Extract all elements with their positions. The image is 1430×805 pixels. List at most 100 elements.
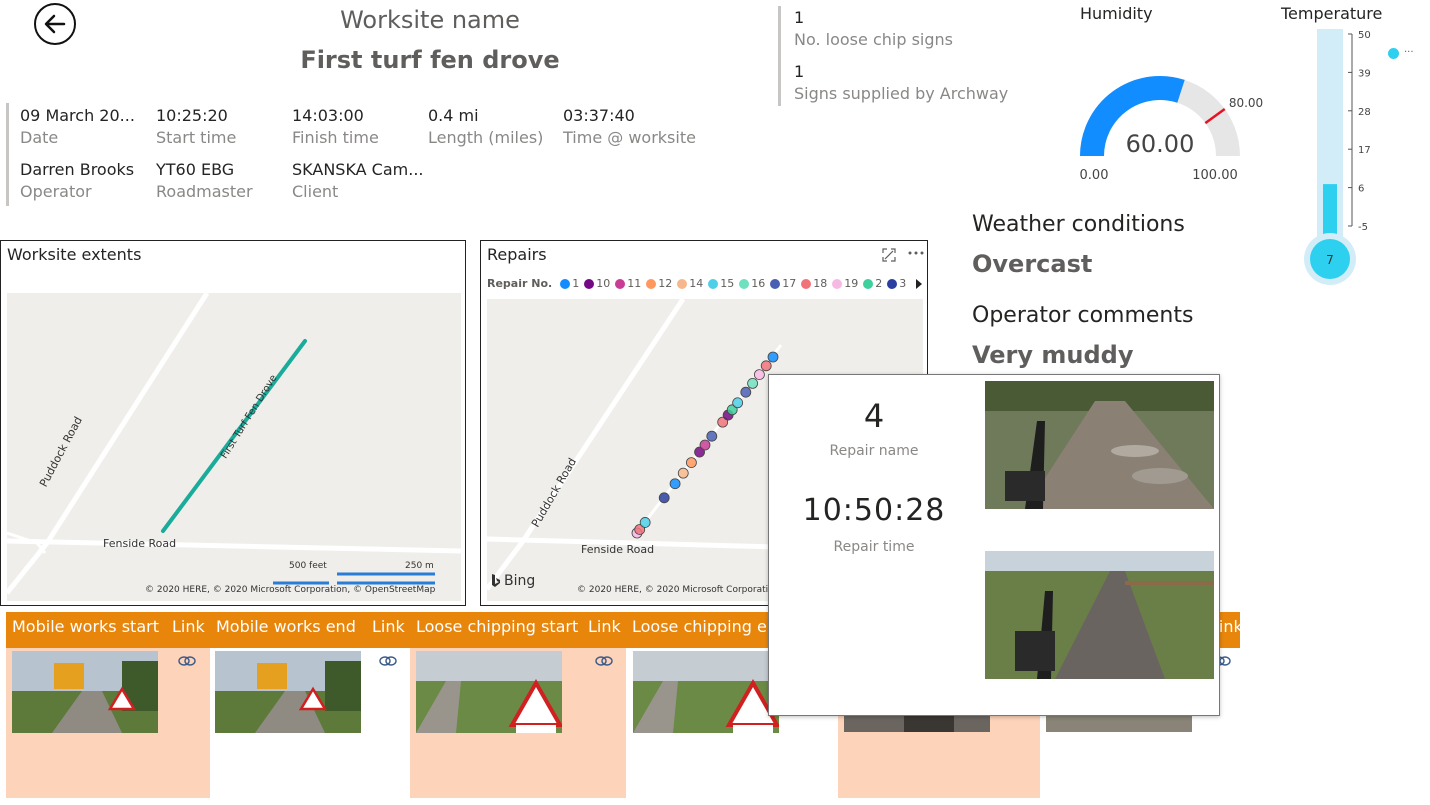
repair-point: [677, 467, 689, 479]
thermometer-tick-label: 50: [1358, 30, 1371, 41]
repair-point: [706, 430, 718, 442]
worksite-label: Worksite name: [340, 6, 520, 34]
thermometer-value: 7: [1326, 253, 1334, 267]
worksite-name: First turf fen drove: [300, 46, 560, 74]
repair-point: [685, 457, 697, 469]
legend-dot: [584, 278, 595, 289]
legend-dot: [677, 278, 688, 289]
thermometer-tick-label: 39: [1358, 68, 1371, 79]
link-icon-3[interactable]: [594, 654, 614, 668]
link-icon-1[interactable]: [177, 654, 197, 668]
more-options-icon[interactable]: [907, 250, 925, 256]
scale-feet: 500 feet: [289, 561, 327, 571]
gauge-target: 80.00: [1229, 96, 1263, 110]
repair-point: [740, 386, 752, 398]
tooltip-repair-time-label: Repair time: [833, 539, 915, 555]
legend-item[interactable]: 15: [708, 277, 734, 290]
legend-items: 1 10 11 12 14 15 16 17 18 19 2 3: [560, 277, 911, 290]
legend-item[interactable]: 12: [646, 277, 672, 290]
repair-tooltip: 4 Repair name 10:50:28 Repair time: [768, 374, 1220, 716]
thermometer-tick-label: 28: [1358, 107, 1371, 118]
repair-point: [732, 397, 744, 409]
legend-dot: [887, 278, 898, 289]
repair-point: [639, 517, 651, 528]
thermometer-tick-label: -5: [1358, 222, 1368, 233]
legend-item[interactable]: 3: [887, 277, 906, 290]
legend-dot: [560, 278, 571, 289]
photo-loose-chipping-end[interactable]: [633, 651, 779, 733]
thermometer-tick-label: 6: [1358, 184, 1364, 195]
temperature-thermometer: 7 50 39 28 17 6 -5: [1304, 29, 1371, 285]
photo-mobile-works-end[interactable]: [215, 651, 361, 733]
weather-label: Weather conditions: [972, 212, 1185, 237]
detail-roadmaster: YT60 EBG Roadmaster: [156, 160, 253, 201]
legend-dot: [801, 278, 812, 289]
legend-item[interactable]: 18: [801, 277, 827, 290]
map-credit: © 2020 HERE, © 2020 Microsoft Corporatio…: [145, 585, 436, 595]
signs-loose-chip: 1 No. loose chip signs: [794, 8, 953, 49]
repairs-title: Repairs: [487, 245, 547, 264]
repair-point: [747, 378, 759, 389]
legend-item[interactable]: 1: [560, 277, 579, 290]
legend-dot: [646, 278, 657, 289]
humidity-title: Humidity: [1080, 4, 1153, 23]
col-loose-chipping-end: Loose chipping e: [626, 612, 770, 648]
back-button[interactable]: [34, 3, 76, 45]
repairs-legend: Repair No. 1 10 11 12 14 15 16 17 18 19 2 3: [487, 277, 917, 290]
repair-point: [699, 439, 711, 451]
link-icon-2[interactable]: [378, 654, 398, 668]
temperature-title: Temperature: [1281, 4, 1383, 23]
road-label-fenside: Fenside Road: [103, 537, 177, 550]
humidity-gauge: 60.00 0.00 100.00 80.00: [1080, 76, 1263, 183]
focus-mode-icon[interactable]: [881, 247, 897, 263]
detail-date: 09 March 20... Date: [20, 106, 135, 147]
legend-item[interactable]: 16: [739, 277, 765, 290]
legend-item[interactable]: 11: [615, 277, 641, 290]
bing-icon: [492, 574, 500, 587]
tooltip-repair-time: 10:50:28: [802, 493, 946, 528]
temperature-legend-label: ...: [1404, 44, 1414, 55]
cell-link-3: [582, 648, 626, 798]
scale-meters: 250 m: [405, 561, 434, 571]
signs-divider: [778, 6, 781, 106]
tooltip-repair-name: 4: [863, 397, 885, 435]
repair-point: [767, 351, 779, 363]
photo-loose-chipping-start[interactable]: [416, 651, 562, 733]
legend-item[interactable]: 17: [770, 277, 796, 290]
legend-next-icon[interactable]: [915, 279, 923, 289]
worksite-extents-title: Worksite extents: [7, 245, 142, 264]
detail-client: SKANSKA Cam... Client: [292, 160, 422, 201]
repairs-road-fenside: Fenside Road: [581, 543, 655, 556]
tooltip-repair-name-label: Repair name: [829, 443, 919, 459]
legend-item[interactable]: 2: [863, 277, 882, 290]
legend-item[interactable]: 10: [584, 277, 610, 290]
col-link-3: Link: [582, 612, 626, 648]
legend-dot: [739, 278, 750, 289]
col-loose-chipping-start: Loose chipping start: [410, 612, 582, 648]
legend-item[interactable]: 19: [832, 277, 858, 290]
repair-point: [753, 369, 765, 380]
thermometer-tick-label: 17: [1358, 145, 1371, 156]
bing-logo: Bing: [491, 573, 535, 589]
detail-time-at-worksite: 03:37:40 Time @ worksite: [563, 106, 696, 147]
temperature-legend-dot: [1388, 48, 1399, 59]
worksite-extents-map[interactable]: Puddock Road Fenside Road First Turf Fen…: [7, 293, 461, 601]
thermometer-ticks: 50 39 28 17 6 -5: [1348, 30, 1371, 233]
detail-length: 0.4 mi Length (miles): [428, 106, 544, 147]
gauge-value: 60.00: [1126, 130, 1195, 158]
gauge-min: 0.00: [1080, 168, 1109, 183]
weather-value: Overcast: [972, 250, 1093, 278]
col-link-2: Link: [366, 612, 410, 648]
col-link-1: Link: [166, 612, 210, 648]
signs-archway: 1 Signs supplied by Archway: [794, 62, 1009, 103]
tooltip-photo-2: [985, 551, 1214, 679]
col-mobile-works-start: Mobile works start: [6, 612, 166, 648]
repair-point: [760, 360, 772, 372]
tooltip-photo-1: [985, 381, 1214, 509]
legend-item[interactable]: 14: [677, 277, 703, 290]
repair-point: [658, 492, 670, 504]
worksite-extents-panel: Worksite extents Puddock Road Fenside Ro…: [0, 240, 466, 606]
legend-dot: [863, 278, 874, 289]
photo-mobile-works-start[interactable]: [12, 651, 158, 733]
arrow-left-icon: [44, 14, 66, 34]
